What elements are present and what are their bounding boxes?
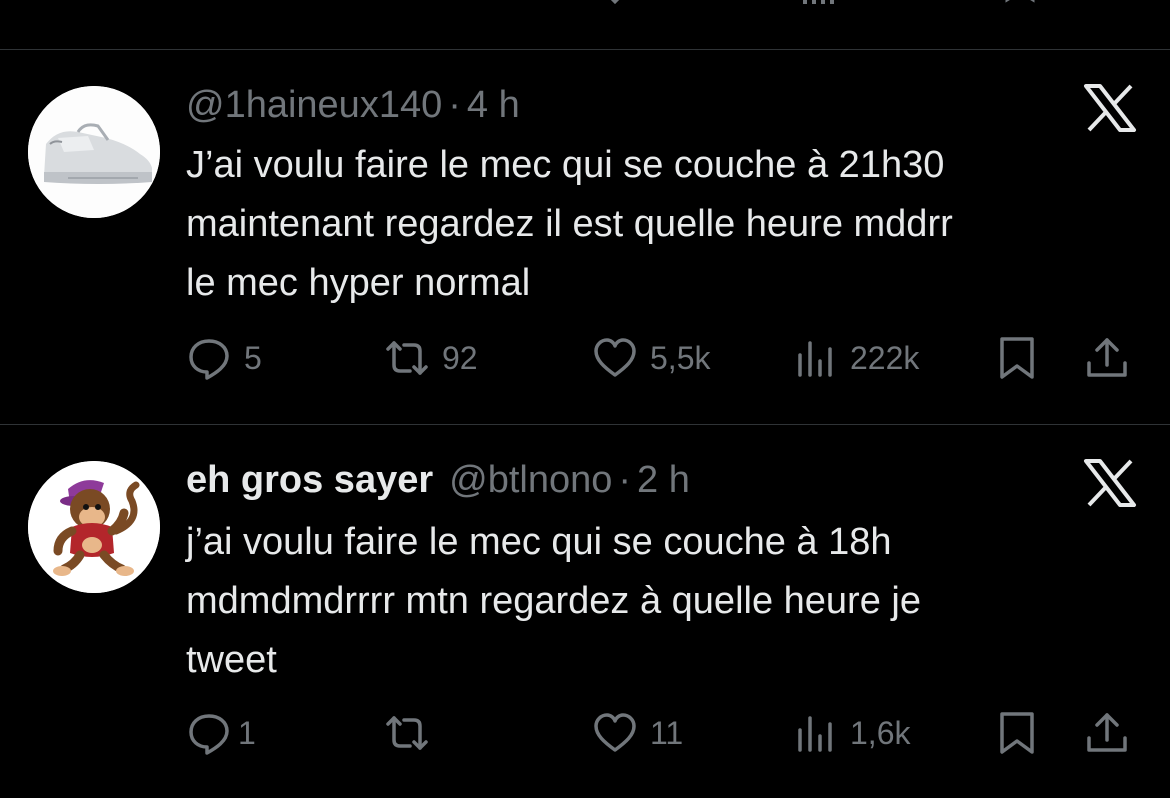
repost-icon bbox=[386, 716, 428, 750]
tweet-actions: 5 92 5,5k 222k bbox=[186, 330, 1146, 386]
repost-button[interactable]: 92 bbox=[384, 330, 478, 386]
tweet-text-line: mdmdmdrrrr mtn regardez à quelle heure j… bbox=[186, 580, 921, 622]
view-count: 1,6k bbox=[850, 714, 911, 751]
username[interactable]: @1haineux140 bbox=[186, 84, 442, 126]
reply-icon bbox=[189, 714, 229, 755]
avatar[interactable] bbox=[28, 86, 160, 218]
views-icon bbox=[798, 716, 832, 752]
tweet-text-line: le mec hyper normal bbox=[186, 262, 531, 304]
like-icon[interactable] bbox=[600, 0, 630, 6]
tweet-text-line: maintenant regardez il est quelle heure … bbox=[186, 203, 953, 245]
tweet-text: J’ai voulu faire le mec qui se couche à … bbox=[186, 136, 1136, 313]
previous-tweet-actions bbox=[0, 0, 1170, 50]
share-icon bbox=[1087, 338, 1127, 377]
reply-icon bbox=[189, 339, 229, 380]
repost-icon[interactable] bbox=[392, 0, 432, 6]
tweet[interactable]: eh gros sayer @btlnono · 2 h j’ai voulu fai… bbox=[0, 425, 1170, 798]
x-logo-icon bbox=[1082, 459, 1138, 507]
username[interactable]: @btlnono bbox=[449, 459, 612, 501]
timestamp[interactable]: 4 h bbox=[467, 84, 520, 126]
repost-count: 92 bbox=[442, 339, 478, 376]
like-icon bbox=[594, 713, 636, 752]
separator: · bbox=[448, 84, 461, 126]
tweet-header: @1haineux140 · 4 h bbox=[186, 84, 520, 127]
share-button[interactable] bbox=[1084, 330, 1130, 386]
repost-button[interactable] bbox=[384, 705, 442, 761]
share-icon bbox=[1087, 713, 1127, 752]
bookmark-button[interactable] bbox=[994, 705, 1040, 761]
separator: · bbox=[618, 459, 632, 501]
avatar[interactable] bbox=[28, 461, 160, 593]
reply-button[interactable]: 1 bbox=[186, 705, 256, 761]
share-icon[interactable] bbox=[1094, 0, 1134, 6]
tweet-text-line: J’ai voulu faire le mec qui se couche à … bbox=[186, 144, 945, 186]
views-icon[interactable] bbox=[800, 0, 836, 6]
bookmark-icon bbox=[1000, 337, 1034, 379]
sneaker-avatar-icon bbox=[28, 86, 160, 218]
like-icon bbox=[594, 338, 636, 377]
bookmark-icon bbox=[1000, 712, 1034, 754]
x-logo-icon bbox=[1082, 84, 1138, 132]
reply-icon[interactable] bbox=[196, 0, 226, 6]
tweet-text: j’ai voulu faire le mec qui se couche à … bbox=[186, 513, 1136, 690]
bookmark-button[interactable] bbox=[994, 330, 1040, 386]
tweet[interactable]: @1haineux140 · 4 h J’ai voulu faire le mec… bbox=[0, 50, 1170, 424]
views-icon bbox=[798, 341, 832, 377]
tweet-text-line: tweet bbox=[186, 639, 277, 681]
like-count: 5,5k bbox=[650, 339, 711, 376]
views-button[interactable]: 222k bbox=[792, 330, 919, 386]
views-button[interactable]: 1,6k bbox=[792, 705, 910, 761]
timestamp[interactable]: 2 h bbox=[637, 459, 690, 501]
tweet-text-line: j’ai voulu faire le mec qui se couche à … bbox=[186, 521, 892, 563]
monkey-avatar-icon bbox=[28, 461, 160, 593]
like-button[interactable]: 11 bbox=[592, 705, 683, 761]
like-button[interactable]: 5,5k bbox=[592, 330, 710, 386]
reply-count: 5 bbox=[244, 339, 262, 376]
like-count: 11 bbox=[650, 714, 684, 751]
reply-count: 1 bbox=[238, 714, 256, 751]
repost-icon bbox=[386, 341, 428, 375]
view-count: 222k bbox=[850, 339, 920, 376]
share-button[interactable] bbox=[1084, 705, 1130, 761]
tweet-header: eh gros sayer @btlnono · 2 h bbox=[186, 459, 690, 502]
display-name[interactable]: eh gros sayer bbox=[186, 459, 433, 501]
bookmark-icon[interactable] bbox=[1004, 0, 1036, 6]
reply-button[interactable]: 5 bbox=[186, 330, 262, 386]
tweet-actions: 1 11 1,6k bbox=[186, 705, 1146, 761]
